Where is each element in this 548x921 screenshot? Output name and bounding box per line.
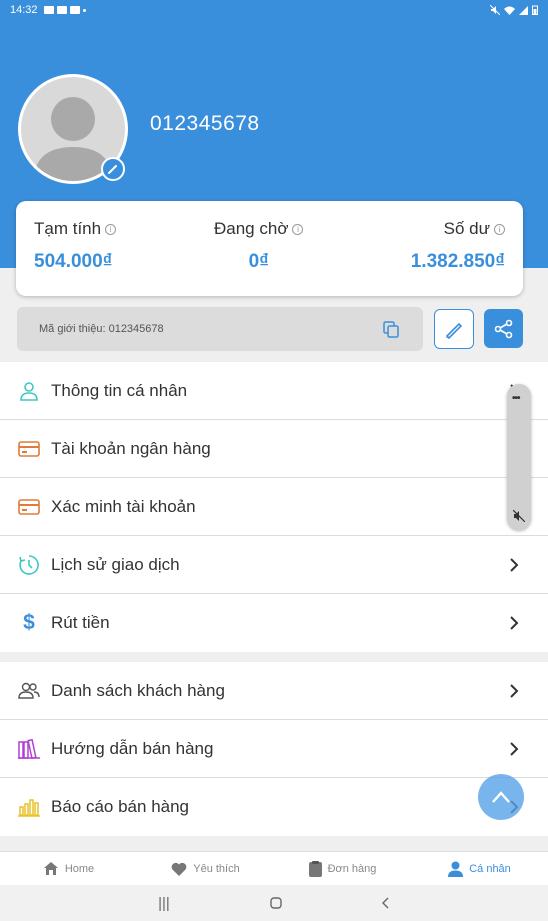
- info-icon[interactable]: i: [494, 223, 505, 235]
- floating-side-panel[interactable]: •••: [507, 384, 531, 530]
- dollar-icon: $: [23, 611, 35, 634]
- stat-balance: Số dư i 1.382.850₫: [411, 219, 505, 273]
- pencil-icon: [108, 165, 117, 174]
- nav-profile[interactable]: Cá nhân: [411, 852, 548, 885]
- chevron-right-icon: [510, 683, 519, 698]
- menu-item-label: Rút tiền: [51, 613, 110, 632]
- menu-item-label: Tài khoản ngân hàng: [51, 438, 211, 458]
- balance-card: Tạm tính i 504.000₫ Đang chờ i 0₫ Số dư i 1…: [16, 201, 523, 296]
- history-icon: [18, 554, 40, 576]
- status-system-icons: [490, 5, 538, 15]
- person-icon: [18, 380, 40, 402]
- stat-provisional: Tạm tính i 504.000₫: [34, 219, 117, 273]
- card-icon: [18, 496, 40, 518]
- status-bar: 14:32: [0, 0, 548, 20]
- status-time: 14:32: [10, 4, 38, 16]
- menu-item-label: Lịch sử giao dịch: [51, 554, 180, 574]
- nav-favorites[interactable]: Yêu thích: [137, 852, 274, 885]
- chevron-up-icon: [492, 791, 510, 803]
- stat-value: 1.382.850₫: [410, 251, 505, 272]
- chevron-right-icon: [510, 557, 519, 572]
- menu-item-transaction-history[interactable]: Lịch sử giao dịch: [0, 536, 548, 594]
- mute-icon[interactable]: [513, 510, 525, 522]
- more-icon[interactable]: •••: [512, 393, 520, 404]
- home-icon: [43, 862, 58, 875]
- menu-item-customer-list[interactable]: Danh sách khách hàng: [0, 662, 548, 720]
- stat-label: Đang chờ: [214, 219, 289, 238]
- stat-value: 504.000₫: [34, 251, 113, 272]
- menu-item-label: Hướng dẫn bán hàng: [51, 738, 214, 758]
- referral-code-text: Mã giới thiệu: 012345678: [39, 323, 164, 335]
- dot-icon: [82, 8, 86, 12]
- menu-item-label: Danh sách khách hàng: [51, 680, 225, 700]
- nav-home[interactable]: Home: [0, 852, 137, 885]
- menu-item-sales-guide[interactable]: Hướng dẫn bán hàng: [0, 720, 548, 778]
- chevron-right-icon: [510, 616, 519, 630]
- wifi-icon: [504, 6, 515, 15]
- youtube-icon: [56, 6, 67, 14]
- menu-item-bank-account[interactable]: Tài khoản ngân hàng: [0, 420, 548, 478]
- chevron-right-icon: [510, 741, 519, 756]
- stat-label: Tạm tính: [34, 219, 102, 238]
- menu-item-withdraw[interactable]: $ Rút tiền: [0, 594, 548, 652]
- info-icon[interactable]: i: [105, 223, 117, 235]
- recent-apps-icon[interactable]: |||: [158, 895, 170, 912]
- menu-item-verify-account[interactable]: Xác minh tài khoản: [0, 478, 548, 536]
- menu-item-sales-report[interactable]: Báo cáo bán hàng: [0, 778, 548, 836]
- card-icon: [18, 438, 40, 460]
- info-icon[interactable]: i: [292, 223, 304, 235]
- battery-icon: [532, 5, 538, 15]
- menu-group-account: Thông tin cá nhân Tài khoản ngân hàng Xá…: [0, 362, 548, 652]
- referral-code-box: Mã giới thiệu: 012345678: [17, 307, 423, 351]
- stat-pending: Đang chờ i 0₫: [214, 219, 304, 273]
- menu-item-personal-info[interactable]: Thông tin cá nhân: [0, 362, 548, 420]
- signal-icon: [519, 5, 528, 15]
- people-icon: [18, 680, 40, 702]
- menu-group-sales: Danh sách khách hàng Hướng dẫn bán hàng …: [0, 662, 548, 836]
- share-icon: [494, 319, 512, 338]
- stat-value: 0₫: [248, 251, 269, 272]
- menu-item-label: Xác minh tài khoản: [51, 496, 196, 516]
- menu-item-label: Báo cáo bán hàng: [51, 797, 190, 816]
- nav-label: Đơn hàng: [327, 862, 377, 875]
- share-button[interactable]: [484, 309, 523, 348]
- image-icon: [43, 6, 54, 14]
- edit-button[interactable]: [434, 309, 474, 349]
- profile-phone: 012345678: [150, 112, 260, 135]
- bar-chart-icon: [18, 796, 40, 818]
- menu-item-label: Thông tin cá nhân: [51, 380, 188, 400]
- nav-label: Home: [64, 862, 95, 875]
- mute-icon: [490, 5, 500, 15]
- person-icon: [448, 861, 464, 877]
- back-icon[interactable]: [381, 897, 390, 909]
- bottom-navigation: Home Yêu thích Đơn hàng Cá nhân: [0, 851, 548, 885]
- nav-orders[interactable]: Đơn hàng: [274, 852, 411, 885]
- status-notification-icons: [43, 6, 86, 14]
- avatar-edit-button[interactable]: [101, 157, 125, 181]
- stat-label: Số dư: [443, 219, 490, 238]
- heart-icon: [171, 862, 187, 876]
- nav-label: Cá nhân: [469, 862, 511, 875]
- pencil-icon: [445, 322, 463, 339]
- books-icon: [18, 738, 40, 760]
- home-circle-icon[interactable]: [270, 897, 282, 909]
- system-navigation-bar: |||: [0, 885, 548, 921]
- order-icon: [308, 860, 322, 877]
- nav-label: Yêu thích: [193, 862, 240, 875]
- gmail-icon: [69, 6, 80, 14]
- copy-icon[interactable]: [381, 319, 401, 339]
- scroll-to-top-button[interactable]: [478, 774, 524, 820]
